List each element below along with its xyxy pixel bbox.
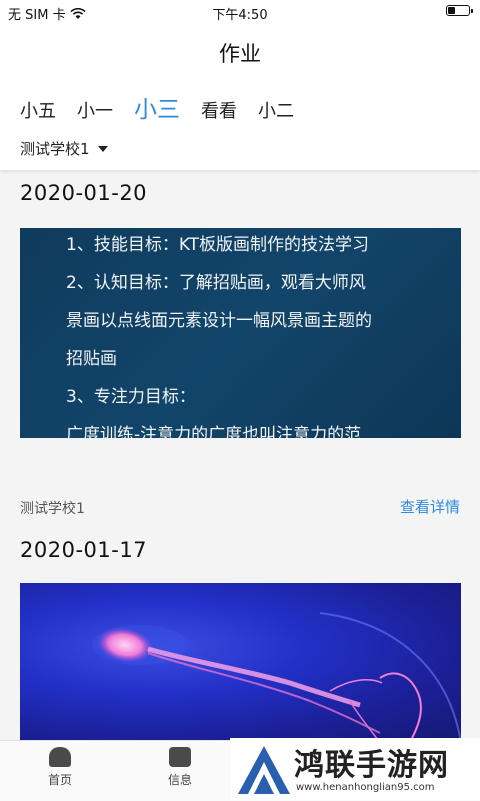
- tab-home-label: 首页: [47, 773, 72, 787]
- card-date: 2020-01-17: [20, 538, 148, 562]
- content-line: 景画以点线面元素设计一幅风景画主题的: [66, 311, 372, 331]
- status-time: 下午4:50: [212, 8, 268, 23]
- class-tabs: 小五 小一 小三 看看 小二: [20, 90, 315, 124]
- tab-class-2-active[interactable]: 小三: [134, 90, 180, 124]
- content-line: 3、专注力目标：: [66, 387, 196, 407]
- content-line: 2、认知目标：了解招贴画，观看大师风: [66, 273, 366, 293]
- status-bar: 无 SIM 卡 下午4:50: [0, 0, 480, 24]
- tab-home[interactable]: 首页: [20, 747, 100, 788]
- home-icon: [49, 747, 71, 767]
- jellyfish-image: [92, 612, 461, 740]
- tab-messages[interactable]: 信息: [140, 747, 220, 788]
- homework-content-image[interactable]: 1、技能目标：KT板版画制作的技法学习 2、认知目标：了解招贴画，观看大师风 景…: [20, 228, 461, 438]
- page-title: 作业: [219, 42, 261, 66]
- caret-down-icon: [97, 145, 108, 152]
- tab-messages-label: 信息: [167, 773, 192, 787]
- battery-icon: [446, 5, 473, 16]
- watermark: 鸿联手游网 www.henanhonglian95.com: [230, 738, 480, 800]
- jellyfish-photo[interactable]: [20, 583, 461, 740]
- watermark-brand: 鸿联手游网: [294, 748, 449, 783]
- watermark-logo: [238, 746, 290, 794]
- tab-class-3[interactable]: 看看: [201, 97, 237, 123]
- tab-class-4[interactable]: 小二: [258, 97, 294, 123]
- view-details-link[interactable]: 查看详情: [400, 496, 460, 517]
- header: 无 SIM 卡 下午4:50 作业 小五 小一 小三 看看 小二 测试学校1: [0, 0, 480, 170]
- school-dropdown[interactable]: 测试学校1: [20, 138, 108, 159]
- school-dropdown-label: 测试学校1: [20, 140, 90, 158]
- message-icon: [169, 747, 191, 767]
- content-line: 1、技能目标：KT板版画制作的技法学习: [66, 235, 370, 255]
- watermark-url: www.henanhonglian95.com: [296, 782, 435, 793]
- tab-class-1[interactable]: 小一: [77, 97, 113, 123]
- tab-class-0[interactable]: 小五: [20, 97, 56, 123]
- card-date: 2020-01-20: [20, 181, 148, 205]
- card-school: 测试学校1: [20, 501, 85, 517]
- content-line: 招贴画: [66, 349, 117, 369]
- content-line: 广度训练-注意力的广度也叫注意力的范: [66, 425, 362, 438]
- homework-feed[interactable]: 2020-01-20 1、技能目标：KT板版画制作的技法学习 2、认知目标：了解…: [0, 170, 480, 740]
